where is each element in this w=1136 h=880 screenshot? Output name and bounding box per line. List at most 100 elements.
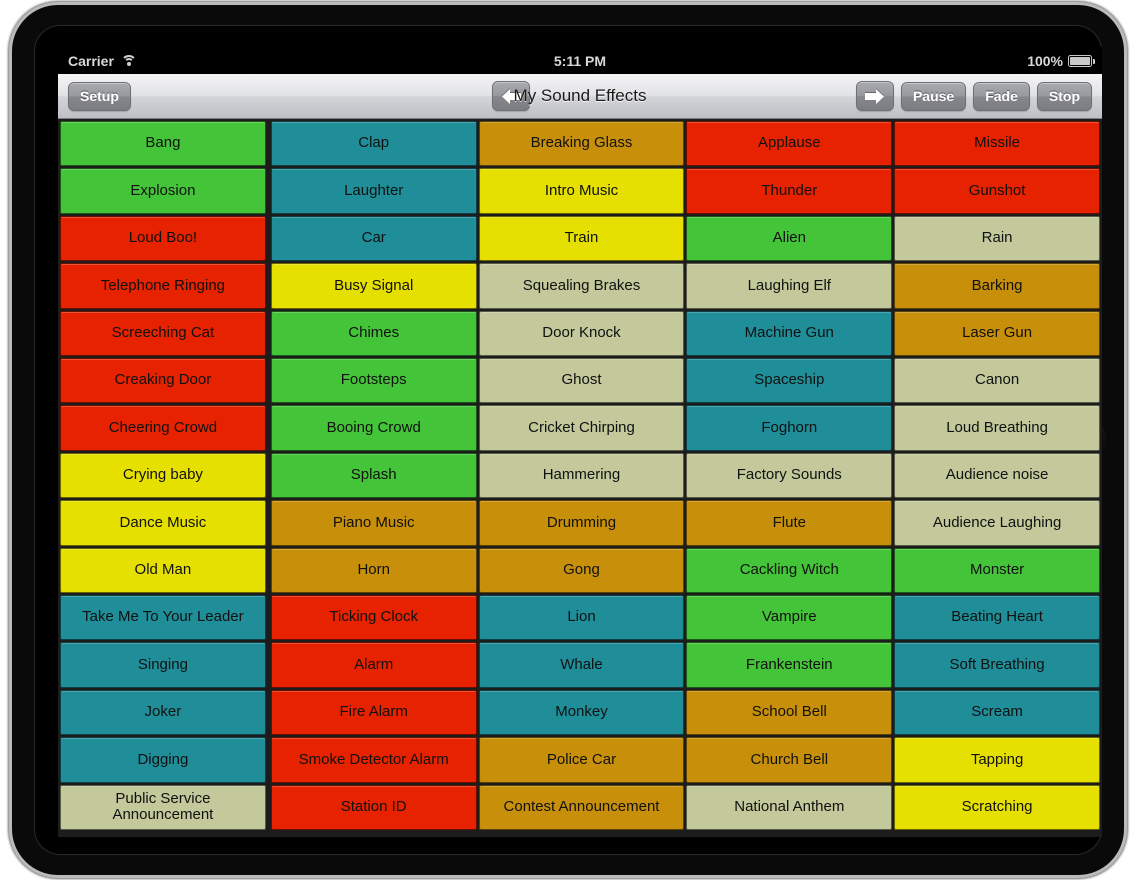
sound-pad[interactable]: Machine Gun bbox=[686, 310, 893, 357]
sound-pad[interactable]: Busy Signal bbox=[270, 263, 477, 309]
sound-pad[interactable]: Beating Heart bbox=[894, 595, 1100, 641]
arrow-left-icon bbox=[501, 88, 521, 104]
sound-pad[interactable]: Police Car bbox=[478, 737, 685, 783]
sound-pad[interactable]: Chimes bbox=[270, 310, 477, 357]
sound-pad[interactable]: Singing bbox=[60, 642, 266, 688]
sound-pad[interactable]: Door Knock bbox=[478, 310, 685, 357]
sound-pad[interactable]: Digging bbox=[60, 737, 266, 783]
sound-pad-row: Explosion Laughter Intro Music Thunder Gunsh… bbox=[59, 167, 1101, 214]
pause-button[interactable]: Pause bbox=[900, 81, 967, 111]
sound-pad[interactable]: Fire Alarm bbox=[270, 689, 477, 736]
sound-pad[interactable]: Flute bbox=[686, 500, 893, 546]
sound-pad-row: Creaking Door Footsteps Ghost Spaceship Cano… bbox=[59, 357, 1101, 404]
setup-button[interactable]: Setup bbox=[68, 81, 131, 111]
sound-pad[interactable]: Joker bbox=[60, 689, 266, 736]
navigation-toolbar: Setup My Sound Effects Pause Fade Stop bbox=[58, 74, 1102, 119]
tablet-device-frame: Carrier 5:11 PM 100% Setup My Sound Effe… bbox=[12, 5, 1124, 875]
sound-pad-row: Take Me To Your Leader Ticking Clock Lion V… bbox=[59, 594, 1101, 641]
sound-pad[interactable]: Squealing Brakes bbox=[478, 263, 685, 309]
sound-pad[interactable]: Laughing Elf bbox=[686, 263, 893, 309]
sound-pad[interactable]: Spaceship bbox=[686, 358, 893, 404]
sound-pad-row: Old Man Horn Gong Cackling Witch Monster bbox=[59, 547, 1101, 594]
sound-pad-row: Joker Fire Alarm Monkey School Bell Scream bbox=[59, 689, 1101, 736]
toolbar-right-group: Pause Fade Stop bbox=[855, 81, 1092, 111]
sound-pad[interactable]: Cricket Chirping bbox=[478, 405, 685, 451]
sound-pad[interactable]: Loud Boo! bbox=[60, 215, 266, 262]
sound-pad[interactable]: Factory Sounds bbox=[686, 452, 893, 499]
sound-pad[interactable]: Missile bbox=[894, 121, 1100, 167]
sound-pad[interactable]: Loud Breathing bbox=[894, 405, 1100, 451]
status-bar-time: 5:11 PM bbox=[553, 52, 607, 69]
sound-pad[interactable]: Scream bbox=[894, 689, 1100, 736]
sound-pad[interactable]: Alien bbox=[686, 215, 893, 262]
sound-pad[interactable]: Booing Crowd bbox=[270, 405, 477, 451]
sound-pad[interactable]: Audience Laughing bbox=[894, 500, 1100, 546]
sound-pad[interactable]: Dance Music bbox=[60, 500, 266, 546]
sound-pad-row: Crying baby Splash Hammering Factory Sounds… bbox=[59, 452, 1101, 499]
sound-pad[interactable]: Explosion bbox=[60, 168, 266, 214]
sound-pad[interactable]: Car bbox=[270, 215, 477, 262]
sound-pad[interactable]: Laser Gun bbox=[894, 310, 1100, 357]
sound-pad[interactable]: Monster bbox=[894, 547, 1100, 594]
sound-pad[interactable]: Lion bbox=[478, 595, 685, 641]
fade-button[interactable]: Fade bbox=[973, 81, 1030, 111]
sound-pad[interactable]: Cheering Crowd bbox=[60, 405, 266, 451]
sound-pad[interactable]: Scratching bbox=[894, 784, 1100, 831]
sound-pad[interactable]: Train bbox=[478, 215, 685, 262]
sound-pad[interactable]: Whale bbox=[478, 642, 685, 688]
sound-pad[interactable]: Station ID bbox=[270, 784, 477, 831]
sound-pad[interactable]: Cackling Witch bbox=[686, 547, 893, 594]
sound-pad-row: Bang Clap Breaking Glass Applause Missile bbox=[59, 120, 1101, 167]
sound-pad[interactable]: Alarm bbox=[270, 642, 477, 688]
stop-button[interactable]: Stop bbox=[1036, 81, 1092, 111]
sound-pad[interactable]: Soft Breathing bbox=[894, 642, 1100, 688]
sound-pad[interactable]: Church Bell bbox=[686, 737, 893, 783]
sound-pad[interactable]: Piano Music bbox=[270, 500, 477, 546]
sound-pad-row: Digging Smoke Detector Alarm Police Car Chu… bbox=[59, 736, 1101, 783]
sound-pad[interactable]: Applause bbox=[686, 121, 893, 167]
sound-pad[interactable]: Barking bbox=[894, 263, 1100, 309]
sound-pad-row: Singing Alarm Whale Frankenstein Soft Breath… bbox=[59, 641, 1101, 688]
next-page-button[interactable] bbox=[855, 81, 894, 111]
sound-pad[interactable]: Contest Announcement bbox=[478, 784, 685, 831]
sound-pad[interactable]: Tapping bbox=[894, 737, 1100, 783]
sound-pad[interactable]: Telephone Ringing bbox=[60, 263, 266, 309]
sound-pad[interactable]: Horn bbox=[270, 547, 477, 594]
sound-pad[interactable]: Canon bbox=[894, 358, 1100, 404]
sound-pad[interactable]: Breaking Glass bbox=[478, 121, 685, 167]
sound-pad[interactable]: Monkey bbox=[478, 689, 685, 736]
sound-pad[interactable]: National Anthem bbox=[686, 784, 893, 831]
sound-pad[interactable]: Foghorn bbox=[686, 405, 893, 451]
sound-pad[interactable]: Vampire bbox=[686, 595, 893, 641]
sound-pad[interactable]: Crying baby bbox=[60, 452, 266, 499]
sound-pad[interactable]: Hammering bbox=[478, 452, 685, 499]
sound-pad[interactable]: Clap bbox=[270, 121, 477, 167]
sound-pad[interactable]: Public Service Announcement bbox=[60, 784, 266, 831]
sound-pad[interactable]: Audience noise bbox=[894, 452, 1100, 499]
sound-pad[interactable]: Frankenstein bbox=[686, 642, 893, 688]
sound-pad-row: Loud Boo! Car Train Alien Rain bbox=[59, 215, 1101, 262]
sound-pad[interactable]: Drumming bbox=[478, 500, 685, 546]
sound-pad[interactable]: Thunder bbox=[686, 168, 893, 214]
sound-pad[interactable]: Intro Music bbox=[478, 168, 685, 214]
sound-pad[interactable]: Gunshot bbox=[894, 168, 1100, 214]
previous-page-button[interactable] bbox=[492, 81, 530, 111]
device-screen: Carrier 5:11 PM 100% Setup My Sound Effe… bbox=[58, 47, 1102, 837]
sound-pad[interactable]: Smoke Detector Alarm bbox=[270, 737, 477, 783]
sound-pad-row: Screeching Cat Chimes Door Knock Machine Gu… bbox=[59, 310, 1101, 357]
sound-pad[interactable]: Creaking Door bbox=[60, 358, 266, 404]
sound-pad[interactable]: Splash bbox=[270, 452, 477, 499]
sound-pad[interactable]: School Bell bbox=[686, 689, 893, 736]
sound-pad-row: Telephone Ringing Busy Signal Squealing Br… bbox=[59, 262, 1101, 309]
sound-pad[interactable]: Old Man bbox=[60, 547, 266, 594]
sound-pad[interactable]: Footsteps bbox=[270, 358, 477, 404]
sound-pad[interactable]: Take Me To Your Leader bbox=[60, 595, 266, 641]
sound-pad[interactable]: Bang bbox=[60, 121, 266, 167]
sound-pad[interactable]: Screeching Cat bbox=[60, 310, 266, 357]
sound-pad[interactable]: Rain bbox=[894, 215, 1100, 262]
sound-pad[interactable]: Ticking Clock bbox=[270, 595, 477, 641]
sound-pad[interactable]: Laughter bbox=[270, 168, 477, 214]
sound-pad[interactable]: Ghost bbox=[478, 358, 685, 404]
status-bar: Carrier 5:11 PM 100% bbox=[58, 47, 1102, 74]
sound-pad[interactable]: Gong bbox=[478, 547, 685, 594]
